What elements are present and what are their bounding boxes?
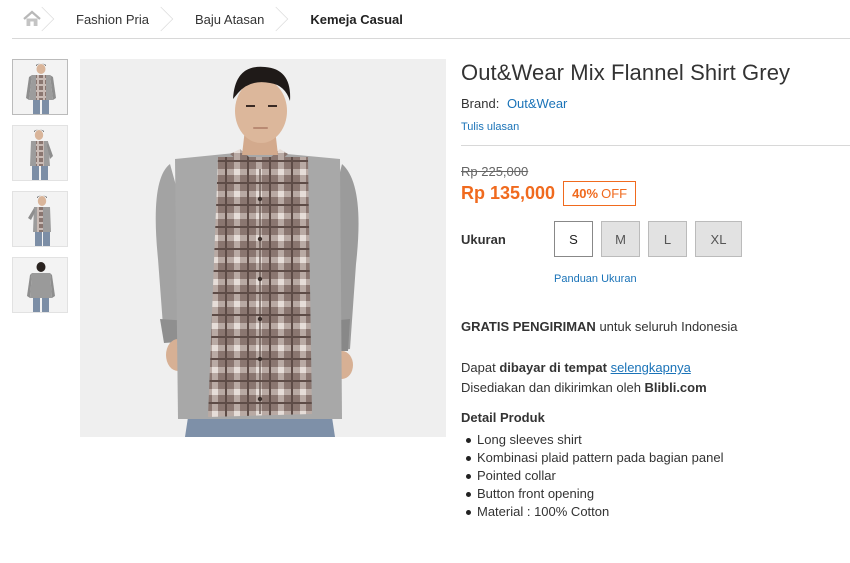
list-item: Button front opening	[461, 485, 850, 503]
list-item: Pointed collar	[461, 467, 850, 485]
original-price: Rp 225,000	[461, 164, 529, 179]
discount-off-label: OFF	[601, 186, 628, 201]
thumbnail-2[interactable]	[12, 125, 68, 181]
shipping-text: untuk seluruh Indonesia	[595, 319, 738, 334]
size-option-xl[interactable]: XL	[695, 221, 742, 257]
thumbnail-3[interactable]	[12, 191, 68, 247]
divider	[461, 145, 850, 146]
size-option-m[interactable]: M	[601, 221, 640, 257]
breadcrumb-label: Kemeja Casual	[310, 11, 403, 27]
price-row: Rp 135,000 40% OFF	[461, 181, 850, 206]
product-main-image[interactable]	[80, 59, 446, 437]
cod-prefix: Dapat	[461, 360, 500, 375]
thumbnail-list	[12, 59, 68, 323]
cod-more-link[interactable]: selengkapnya	[611, 360, 691, 375]
list-item: Long sleeves shirt	[461, 431, 850, 449]
breadcrumb-home[interactable]	[12, 0, 55, 39]
discount-badge: 40% OFF	[563, 181, 637, 206]
seller-prefix: Disediakan dan dikirimkan oleh	[461, 380, 645, 395]
product-detail-list: Long sleeves shirt Kombinasi plaid patte…	[461, 431, 850, 521]
product-info: Out&Wear Mix Flannel Shirt Grey Brand: O…	[461, 60, 850, 521]
seller-name: Blibli.com	[644, 380, 707, 395]
shipping-info: GRATIS PENGIRIMAN untuk seluruh Indonesi…	[461, 319, 850, 334]
free-shipping-label: GRATIS PENGIRIMAN	[461, 319, 596, 334]
product-title: Out&Wear Mix Flannel Shirt Grey	[461, 60, 791, 85]
discount-percent: 40%	[572, 186, 599, 201]
write-review-link[interactable]: Tulis ulasan	[461, 121, 850, 133]
size-row: Ukuran S M L XL	[461, 221, 850, 257]
seller-line: Disediakan dan dikirimkan oleh Blibli.co…	[461, 378, 850, 398]
breadcrumb-baju-atasan[interactable]: Baju Atasan	[171, 0, 289, 39]
size-options: S M L XL	[554, 221, 750, 257]
cod-label: dibayar di tempat	[499, 360, 607, 375]
size-label: Ukuran	[461, 231, 506, 247]
cod-line: Dapat dibayar di tempat selengkapnya	[461, 358, 850, 378]
breadcrumb-kemeja-casual[interactable]: Kemeja Casual	[286, 0, 425, 39]
list-item: Kombinasi plaid pattern pada bagian pane…	[461, 449, 850, 467]
breadcrumb-fashion-pria[interactable]: Fashion Pria	[52, 0, 174, 39]
product-detail-title: Detail Produk	[461, 410, 545, 425]
size-option-l[interactable]: L	[648, 221, 687, 257]
brand-link[interactable]: Out&Wear	[507, 96, 567, 111]
size-guide-link[interactable]: Panduan Ukuran	[554, 273, 850, 285]
size-option-s[interactable]: S	[554, 221, 593, 257]
list-item: Material : 100% Cotton	[461, 503, 850, 521]
thumbnail-4[interactable]	[12, 257, 68, 313]
breadcrumb: Fashion Pria Baju Atasan Kemeja Casual	[12, 0, 850, 39]
brand-label: Brand:	[461, 96, 500, 111]
thumbnail-1[interactable]	[12, 59, 68, 115]
sale-price: Rp 135,000	[461, 183, 556, 203]
payment-info: Dapat dibayar di tempat selengkapnya Dis…	[461, 358, 850, 398]
brand-row: Brand: Out&Wear	[461, 96, 850, 111]
